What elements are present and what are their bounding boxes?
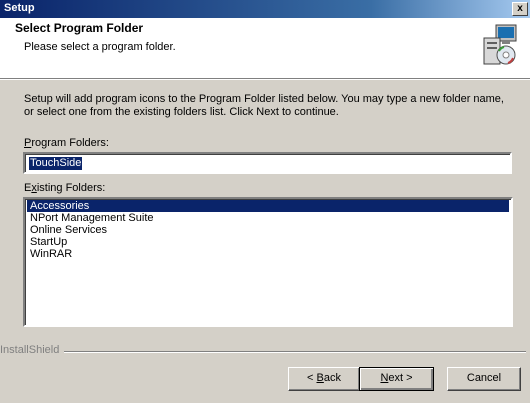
header-panel: Select Program Folder Please select a pr… [0, 18, 530, 79]
installshield-brand: InstallShield [0, 344, 60, 356]
existing-folders-label-text: isting Folders: [36, 182, 106, 194]
next-label: ext > [388, 372, 413, 384]
header-divider [0, 79, 530, 80]
list-item[interactable]: StartUp [27, 236, 509, 248]
list-item[interactable]: WinRAR [27, 248, 509, 260]
list-item[interactable]: Online Services [27, 224, 509, 236]
program-folders-label-text: rogram Folders: [31, 137, 109, 149]
title-bar[interactable]: Setup x [0, 0, 530, 18]
footer-divider [64, 351, 526, 353]
back-accel: B [316, 372, 324, 384]
next-button[interactable]: Next > [359, 367, 434, 391]
setup-computer-icon [483, 24, 517, 65]
program-folder-input[interactable]: TouchSide [23, 152, 512, 174]
program-folders-label: Program Folders: [24, 137, 109, 149]
instructions-text: Setup will add program icons to the Prog… [24, 93, 504, 118]
list-item[interactable]: NPort Management Suite [27, 212, 509, 224]
close-button[interactable]: x [512, 2, 528, 16]
back-prefix: < [307, 372, 317, 384]
setup-dialog: Setup x Select Program Folder Please sel… [0, 0, 530, 403]
list-item[interactable]: Accessories [27, 200, 509, 212]
page-subtitle: Please select a program folder. [24, 41, 176, 53]
existing-folders-label: Existing Folders: [24, 182, 105, 194]
page-title: Select Program Folder [15, 21, 144, 35]
program-folder-value: TouchSide [29, 157, 83, 170]
back-label: ack [323, 372, 341, 384]
window-title: Setup [4, 2, 35, 14]
back-button[interactable]: < Back [288, 367, 360, 391]
cancel-button[interactable]: Cancel [447, 367, 521, 391]
existing-folders-list[interactable]: Accessories NPort Management Suite Onlin… [23, 197, 513, 327]
